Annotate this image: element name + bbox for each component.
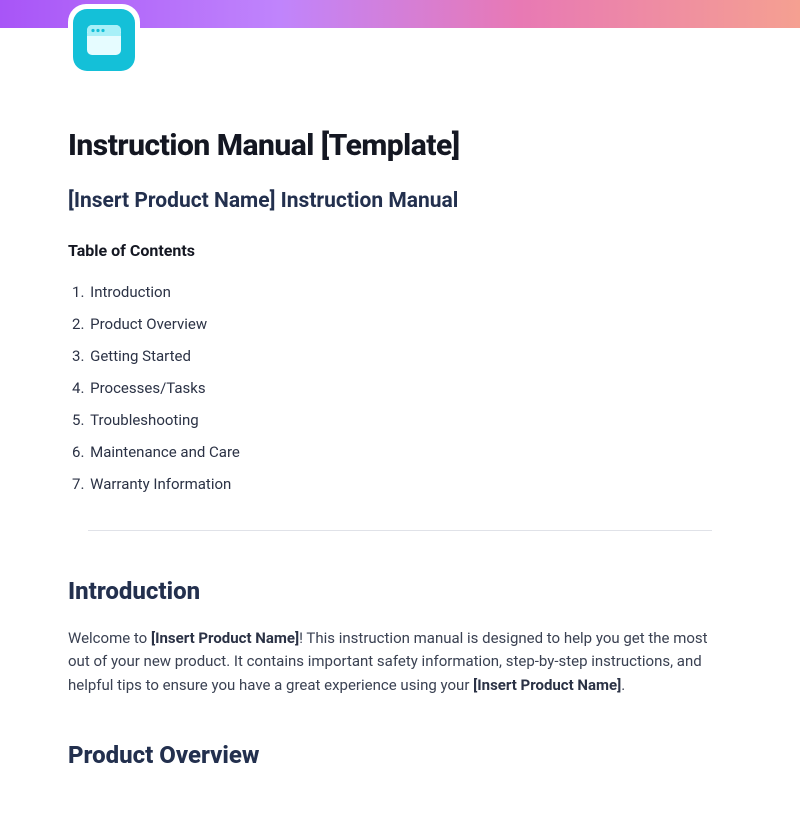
page-title: Instruction Manual [Template] bbox=[68, 128, 732, 163]
app-window-icon bbox=[73, 9, 135, 71]
divider bbox=[88, 530, 712, 531]
app-icon-container bbox=[68, 4, 140, 76]
section-heading-introduction: Introduction bbox=[68, 577, 732, 605]
document-content: Instruction Manual [Template] [Insert Pr… bbox=[0, 28, 800, 831]
introduction-paragraph: Welcome to [Insert Product Name]! This i… bbox=[68, 627, 732, 697]
toc-item[interactable]: Troubleshooting bbox=[68, 404, 732, 436]
placeholder-bold: [Insert Product Name] bbox=[151, 629, 299, 647]
toc-item[interactable]: Getting Started bbox=[68, 340, 732, 372]
toc-item[interactable]: Processes/Tasks bbox=[68, 372, 732, 404]
text-span: Welcome to bbox=[68, 629, 151, 647]
toc-item[interactable]: Warranty Information bbox=[68, 468, 732, 500]
toc-list: Introduction Product Overview Getting St… bbox=[68, 276, 732, 500]
toc-heading: Table of Contents bbox=[68, 241, 732, 260]
section-heading-product-overview: Product Overview bbox=[68, 741, 732, 769]
placeholder-bold: [Insert Product Name] bbox=[473, 676, 621, 694]
toc-item[interactable]: Introduction bbox=[68, 276, 732, 308]
subtitle: [Insert Product Name] Instruction Manual bbox=[68, 189, 732, 213]
toc-item[interactable]: Product Overview bbox=[68, 308, 732, 340]
text-span: . bbox=[621, 676, 625, 694]
toc-item[interactable]: Maintenance and Care bbox=[68, 436, 732, 468]
